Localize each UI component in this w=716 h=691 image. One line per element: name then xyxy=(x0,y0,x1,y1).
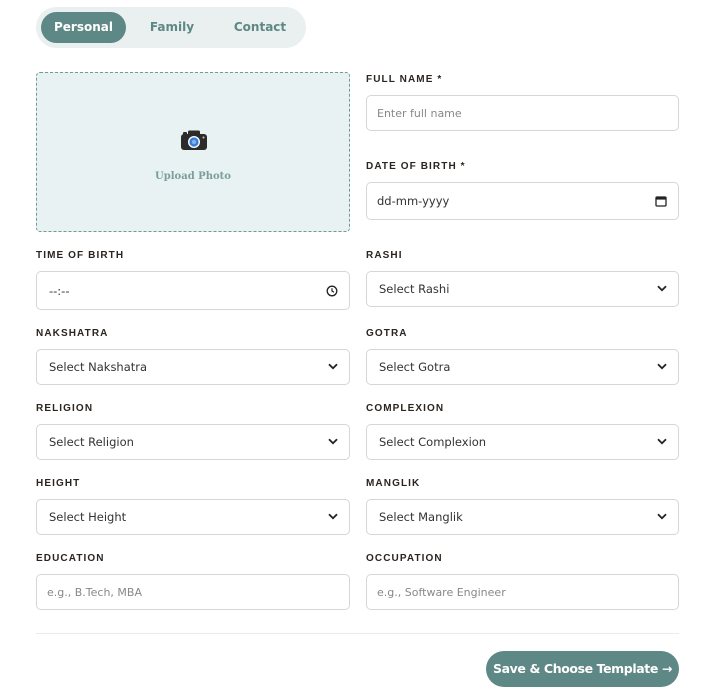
occupation-input[interactable]: e.g., Software Engineer xyxy=(366,574,679,610)
chevron-down-icon xyxy=(657,363,667,370)
dob-value: dd-mm-yyyy xyxy=(377,194,450,208)
manglik-label: MANGLIK xyxy=(366,478,421,489)
rashi-label: RASHI xyxy=(366,250,403,261)
nakshatra-select[interactable]: Select Nakshatra xyxy=(36,349,350,385)
clock-icon[interactable] xyxy=(326,285,338,297)
tab-personal[interactable]: Personal xyxy=(41,12,126,43)
rashi-value: Select Rashi xyxy=(379,282,450,296)
tob-label: TIME OF BIRTH xyxy=(36,250,125,261)
education-input[interactable]: e.g., B.Tech, MBA xyxy=(36,574,350,610)
dob-input[interactable]: dd-mm-yyyy xyxy=(366,182,679,220)
religion-select[interactable]: Select Religion xyxy=(36,424,350,460)
height-label: HEIGHT xyxy=(36,478,81,489)
save-choose-template-button[interactable]: Save & Choose Template → xyxy=(486,651,679,687)
complexion-label: COMPLEXION xyxy=(366,403,445,414)
height-value: Select Height xyxy=(49,510,127,524)
rashi-select[interactable]: Select Rashi xyxy=(366,271,679,307)
nakshatra-value: Select Nakshatra xyxy=(49,360,148,374)
occupation-label: OCCUPATION xyxy=(366,553,443,564)
chevron-down-icon xyxy=(328,513,338,520)
manglik-value: Select Manglik xyxy=(379,510,463,524)
tob-value: --:-- xyxy=(49,283,70,298)
upload-photo-label: Upload Photo xyxy=(155,171,231,182)
gotra-value: Select Gotra xyxy=(379,360,451,374)
gotra-select[interactable]: Select Gotra xyxy=(366,349,679,385)
camera-icon xyxy=(181,130,207,150)
gotra-label: GOTRA xyxy=(366,328,408,339)
tab-contact[interactable]: Contact xyxy=(218,12,302,43)
chevron-down-icon xyxy=(328,363,338,370)
religion-label: RELIGION xyxy=(36,403,94,414)
dob-label: DATE OF BIRTH * xyxy=(366,161,466,172)
complexion-select[interactable]: Select Complexion xyxy=(366,424,679,460)
nakshatra-label: NAKSHATRA xyxy=(36,328,109,339)
manglik-select[interactable]: Select Manglik xyxy=(366,499,679,535)
calendar-icon[interactable] xyxy=(655,195,667,207)
tob-input[interactable]: --:-- xyxy=(36,271,350,310)
full-name-label: FULL NAME * xyxy=(366,74,443,85)
full-name-input[interactable]: Enter full name xyxy=(366,95,679,131)
height-select[interactable]: Select Height xyxy=(36,499,350,535)
education-label: EDUCATION xyxy=(36,553,105,564)
chevron-down-icon xyxy=(657,513,667,520)
chevron-down-icon xyxy=(657,438,667,445)
chevron-down-icon xyxy=(657,285,667,292)
upload-photo-area[interactable]: Upload Photo xyxy=(36,72,350,232)
religion-value: Select Religion xyxy=(49,435,134,449)
form-divider xyxy=(36,633,679,634)
tab-family[interactable]: Family xyxy=(132,12,212,43)
chevron-down-icon xyxy=(328,438,338,445)
complexion-value: Select Complexion xyxy=(379,435,487,449)
tab-bar: Personal Family Contact xyxy=(36,7,306,48)
